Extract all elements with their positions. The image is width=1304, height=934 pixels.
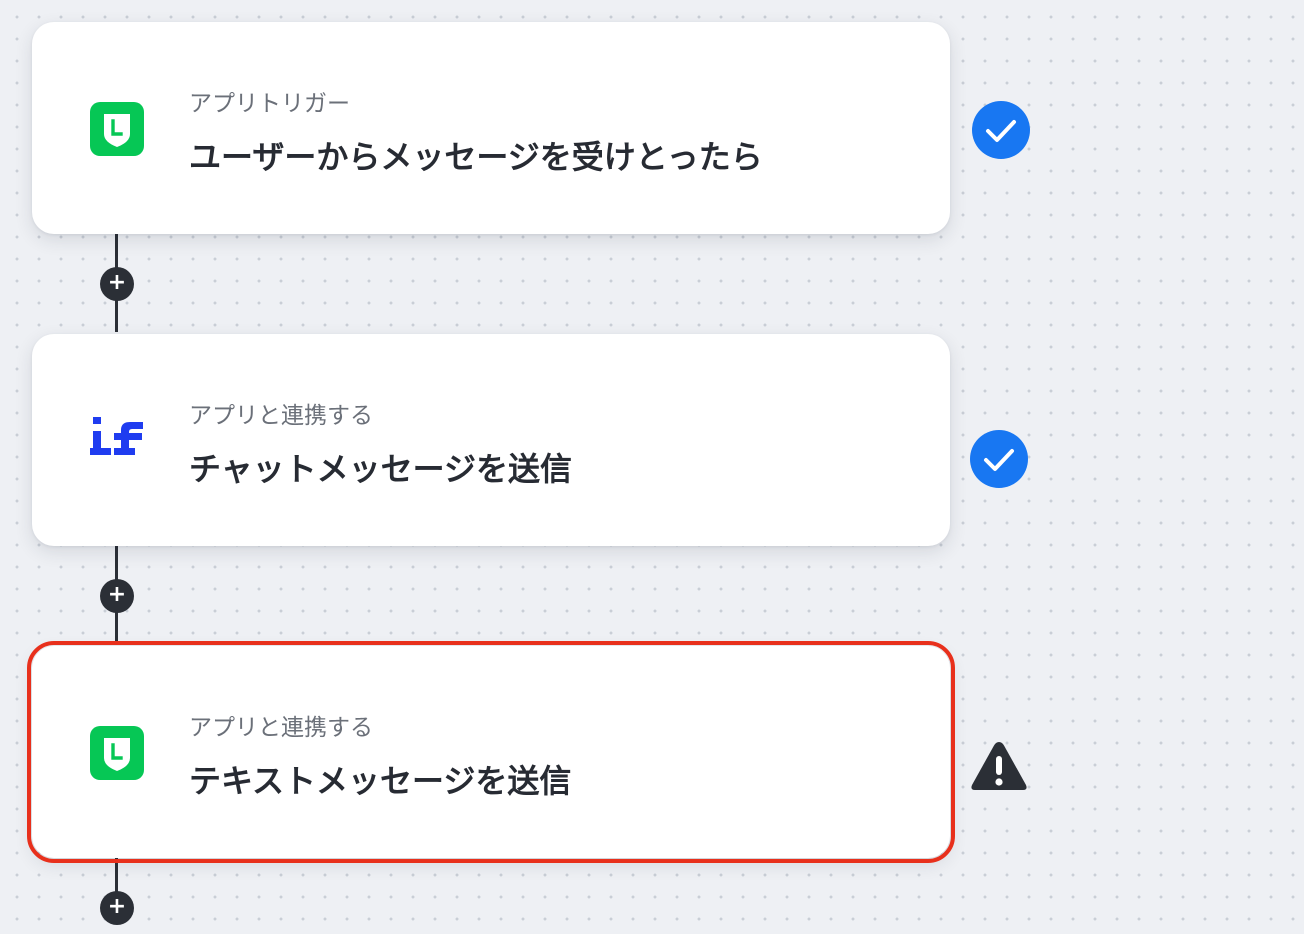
step-title: チャットメッセージを送信 [189, 450, 573, 488]
step-card-action[interactable]: アプリと連携する チャットメッセージを送信 [32, 334, 950, 546]
plus-icon: + [107, 582, 127, 607]
step-title: テキストメッセージを送信 [189, 762, 572, 800]
add-step-button[interactable]: + [100, 267, 134, 301]
step-type-label: アプリトリガー [189, 91, 350, 117]
checkmark-circle-icon [972, 101, 1030, 159]
step-card-trigger[interactable]: アプリトリガー ユーザーからメッセージを受けとったら [32, 22, 950, 234]
line-app-icon [90, 102, 144, 156]
step-title: ユーザーからメッセージを受けとったら [189, 138, 763, 176]
warning-triangle-icon [971, 742, 1027, 790]
step-type-label: アプリと連携する [189, 403, 373, 429]
line-app-icon [90, 726, 144, 780]
if-app-icon [90, 417, 143, 455]
plus-icon: + [107, 894, 127, 919]
plus-icon: + [107, 270, 127, 295]
add-step-button[interactable]: + [100, 891, 134, 925]
checkmark-circle-icon [970, 430, 1028, 488]
step-card-action-selected[interactable]: アプリと連携する テキストメッセージを送信 [27, 641, 955, 863]
add-step-button[interactable]: + [100, 579, 134, 613]
step-type-label: アプリと連携する [189, 715, 373, 741]
